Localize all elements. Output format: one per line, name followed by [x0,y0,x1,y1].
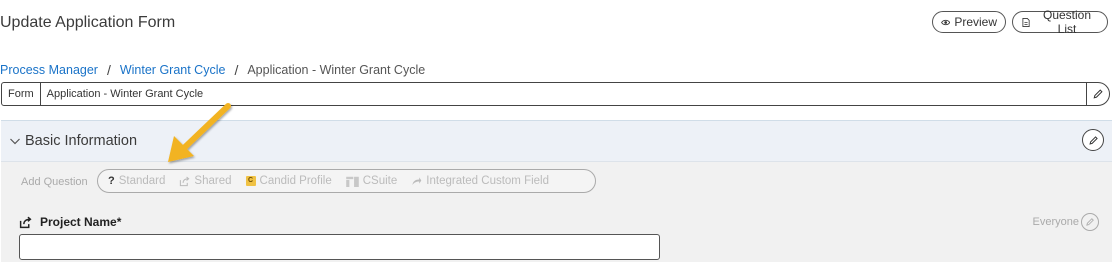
edit-form-name-button[interactable] [1086,82,1109,106]
form-name-value: Application - Winter Grant Cycle [46,88,204,100]
edit-section-button[interactable] [1082,129,1104,151]
integrated-custom-field-label: Integrated Custom Field [426,175,550,187]
candid-icon: C [245,176,256,186]
pencil-icon [1093,89,1103,99]
breadcrumb-process-manager[interactable]: Process Manager [0,63,98,77]
preview-button[interactable]: Preview [932,11,1006,33]
preview-label: Preview [954,15,997,29]
csuite-label: CSuite [362,175,398,187]
section-title: Basic Information [25,133,138,149]
add-shared-question[interactable]: Shared [179,175,232,187]
candid-profile-label: Candid Profile [259,175,332,187]
breadcrumb-winter-grant-cycle[interactable]: Winter Grant Cycle [120,63,226,77]
document-icon [1022,17,1030,27]
project-name-input[interactable] [19,234,660,260]
arrow-annotation-icon [168,103,231,162]
project-name-label: Project Name* [19,215,121,229]
breadcrumb: Process Manager / Winter Grant Cycle / A… [0,62,425,78]
breadcrumb-current: Application - Winter Grant Cycle [247,63,426,77]
chevron-down-icon[interactable] [9,135,21,147]
breadcrumb-separator: / [234,62,239,78]
visibility-setting: Everyone [1033,213,1099,231]
project-name-text: Project Name* [40,215,122,229]
add-question-label: Add Question [21,176,88,188]
pencil-icon [1088,135,1098,145]
shared-label: Shared [194,175,232,187]
eye-icon [941,19,951,25]
edit-question-button[interactable] [1081,213,1099,231]
share-icon [19,216,32,228]
breadcrumb-separator: / [106,62,111,78]
add-integrated-custom-field[interactable]: Integrated Custom Field [411,175,549,187]
csuite-icon [345,176,359,187]
add-candid-profile-question[interactable]: C Candid Profile [245,175,332,187]
add-standard-question[interactable]: ? Standard [108,175,165,187]
question-list-label: Question List [1043,8,1092,36]
question-mark-icon: ? [108,175,115,187]
pencil-icon [1086,218,1094,226]
add-question-options: ? Standard Shared C Candid Profile CSuit… [97,169,596,193]
page-title: Update Application Form [0,14,176,31]
integration-icon [412,176,422,185]
question-list-button[interactable]: Question List [1012,8,1108,36]
share-icon [180,176,190,186]
standard-label: Standard [118,175,166,187]
add-csuite-question[interactable]: CSuite [345,175,398,187]
visibility-label: Everyone [1032,216,1079,228]
form-label: Form [2,83,41,105]
